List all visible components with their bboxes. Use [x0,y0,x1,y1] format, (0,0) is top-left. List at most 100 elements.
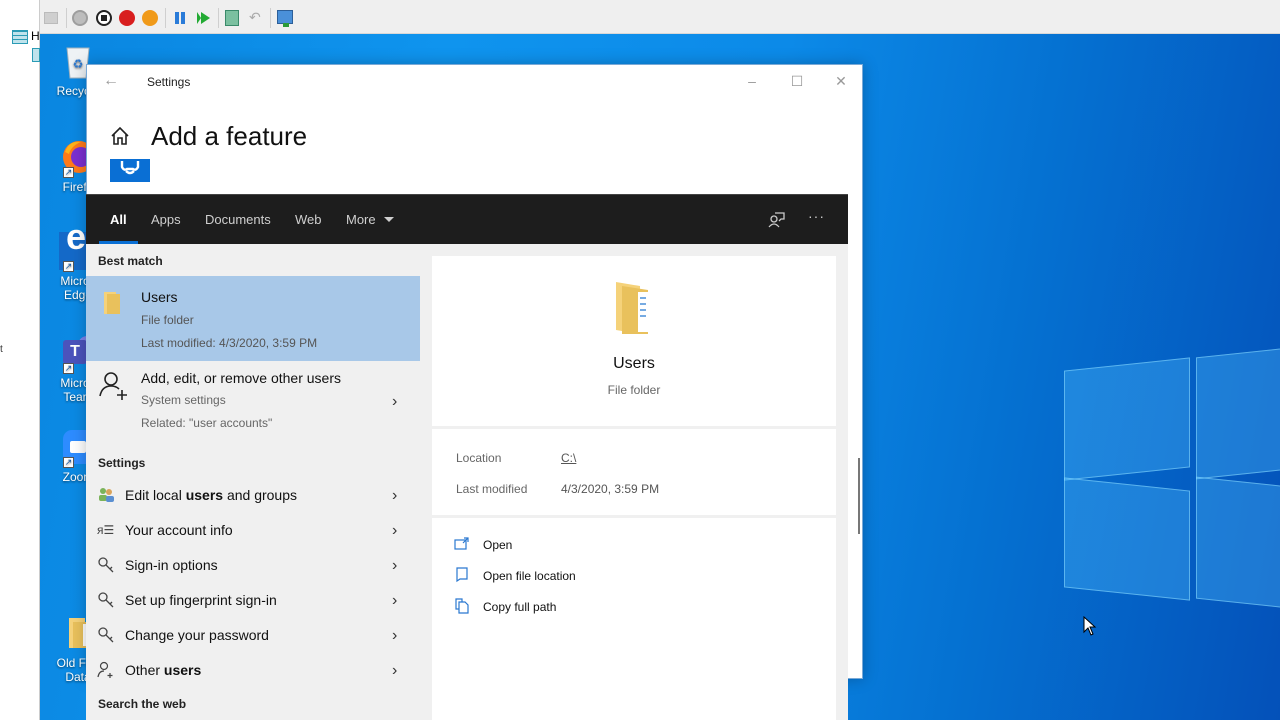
file-location-icon [456,567,468,583]
svg-text:♻: ♻ [73,57,84,71]
chevron-right-icon: › [392,522,398,539]
page-title: Add a feature [151,121,308,151]
home-icon[interactable] [109,125,131,147]
open-icon [454,537,469,550]
tree-label[interactable]: H [31,29,40,43]
tab-more-label: More [346,212,376,227]
settings-item-edit-local-users[interactable]: Edit local users and groups › [86,478,420,513]
copy-full-path-action[interactable]: Copy full path [454,596,654,618]
preview-name: Users [613,355,655,372]
preview-metadata: Location C:\ Last modified 4/3/2020, 3:5… [432,429,836,515]
settings-item-other-users[interactable]: Other users › [86,653,420,688]
back-button[interactable]: ← [101,71,121,91]
ctrl-alt-del-icon[interactable] [44,12,58,24]
folder-icon [616,282,648,334]
best-match-item[interactable]: Users File folder Last modified: 4/3/202… [86,276,420,361]
search-panel: All Apps Documents Web More ··· Best mat… [86,194,848,720]
action-label: Open [483,538,513,552]
revert-icon[interactable]: ↶ [249,9,261,26]
settings-item-fingerprint[interactable]: Set up fingerprint sign-in › [86,583,420,618]
mouse-cursor-icon [1083,616,1097,636]
shutdown-icon[interactable] [119,10,135,26]
caret-down-icon [384,217,395,222]
preview-actions: Open Open file location Copy full path [432,518,836,720]
close-button[interactable]: ✕ [819,69,863,93]
settings-heading: Settings [98,456,146,470]
tab-documents[interactable]: Documents [205,212,271,227]
settings-item-label: Sign-in options [125,557,218,573]
tab-web[interactable]: Web [295,212,322,227]
scrollbar-thumb[interactable] [858,458,860,534]
windows-logo-wallpaper [1064,334,1280,614]
settings-item-account-info[interactable]: ᴙ☰ Your account info › [86,513,420,548]
tab-all[interactable]: All [110,212,127,227]
best-match-name: Users [141,289,178,305]
enhanced-session-icon[interactable] [277,10,293,27]
result-add-edit-users[interactable]: Add, edit, or remove other users System … [86,362,420,432]
minimize-button[interactable]: – [730,69,774,93]
modified-value: 4/3/2020, 3:59 PM [561,482,660,496]
key-icon [98,592,114,608]
puzzle-icon [110,159,150,182]
folder-icon [104,292,120,314]
chevron-right-icon: › [392,592,398,609]
preview-type: File folder [607,383,661,397]
checkpoint-icon[interactable] [225,10,239,26]
toolbar-separator [218,8,219,28]
shortcut-arrow-icon: ↗ [63,363,74,374]
best-match-heading: Best match [98,254,163,268]
open-action[interactable]: Open [454,534,654,556]
action-label: Open file location [483,569,576,583]
chevron-right-icon: › [392,627,398,644]
users-groups-icon [99,488,114,502]
back-arrow-icon: ← [103,72,119,89]
key-icon [98,627,114,643]
result-title: Add, edit, or remove other users [141,370,341,386]
more-options-icon[interactable]: ··· [808,208,828,228]
tab-more[interactable]: More [346,212,395,227]
search-web-heading: Search the web [98,697,187,711]
chevron-right-icon: › [392,557,398,574]
open-file-location-action[interactable]: Open file location [454,565,654,587]
chevron-right-icon: › [392,393,398,410]
settings-item-label: Other users [125,662,202,678]
pause-icon[interactable] [175,12,185,24]
power-gray-icon[interactable] [72,10,88,26]
tab-apps[interactable]: Apps [151,212,181,227]
settings-item-label: Change your password [125,627,269,643]
location-link[interactable]: C:\ [561,451,576,465]
power-orange-icon[interactable] [142,10,158,26]
settings-item-sign-in-options[interactable]: Sign-in options › [86,548,420,583]
results-list: Best match Users File folder Last modifi… [86,244,420,720]
shortcut-arrow-icon: ↗ [63,457,74,468]
add-user-icon [97,661,113,678]
play-icon[interactable] [197,12,210,24]
key-icon [98,557,114,573]
search-tabs: All Apps Documents Web More ··· [86,194,848,244]
preview-pane: Users File folder Location C:\ Last modi… [432,256,836,720]
feedback-icon[interactable] [766,210,786,230]
window-title: Settings [147,75,191,89]
edge-text: t [0,344,3,355]
modified-label: Last modified [456,482,528,496]
chevron-right-icon: › [392,662,398,679]
shortcut-arrow-icon: ↗ [63,261,74,272]
best-match-modified: Last modified: 4/3/2020, 3:59 PM [141,336,318,350]
result-subtitle: System settings [141,393,226,407]
chevron-right-icon: › [392,487,398,504]
result-related: Related: "user accounts" [141,416,273,430]
location-label: Location [456,451,502,465]
best-match-type: File folder [141,313,194,327]
settings-item-change-password[interactable]: Change your password › [86,618,420,653]
maximize-button[interactable]: ☐ [775,69,819,93]
vm-sidebar: H t [0,0,40,720]
vm-toolbar: ↶ [0,0,1280,34]
title-bar: ← Settings – ☐ ✕ [87,65,862,97]
add-user-icon [99,372,127,400]
preview-header: Users File folder [432,256,836,426]
vm-icon [32,48,40,62]
settings-item-label: Your account info [125,522,233,538]
account-info-icon: ᴙ☰ [97,523,115,537]
stop-icon[interactable] [96,10,112,26]
copy-icon [455,598,469,614]
